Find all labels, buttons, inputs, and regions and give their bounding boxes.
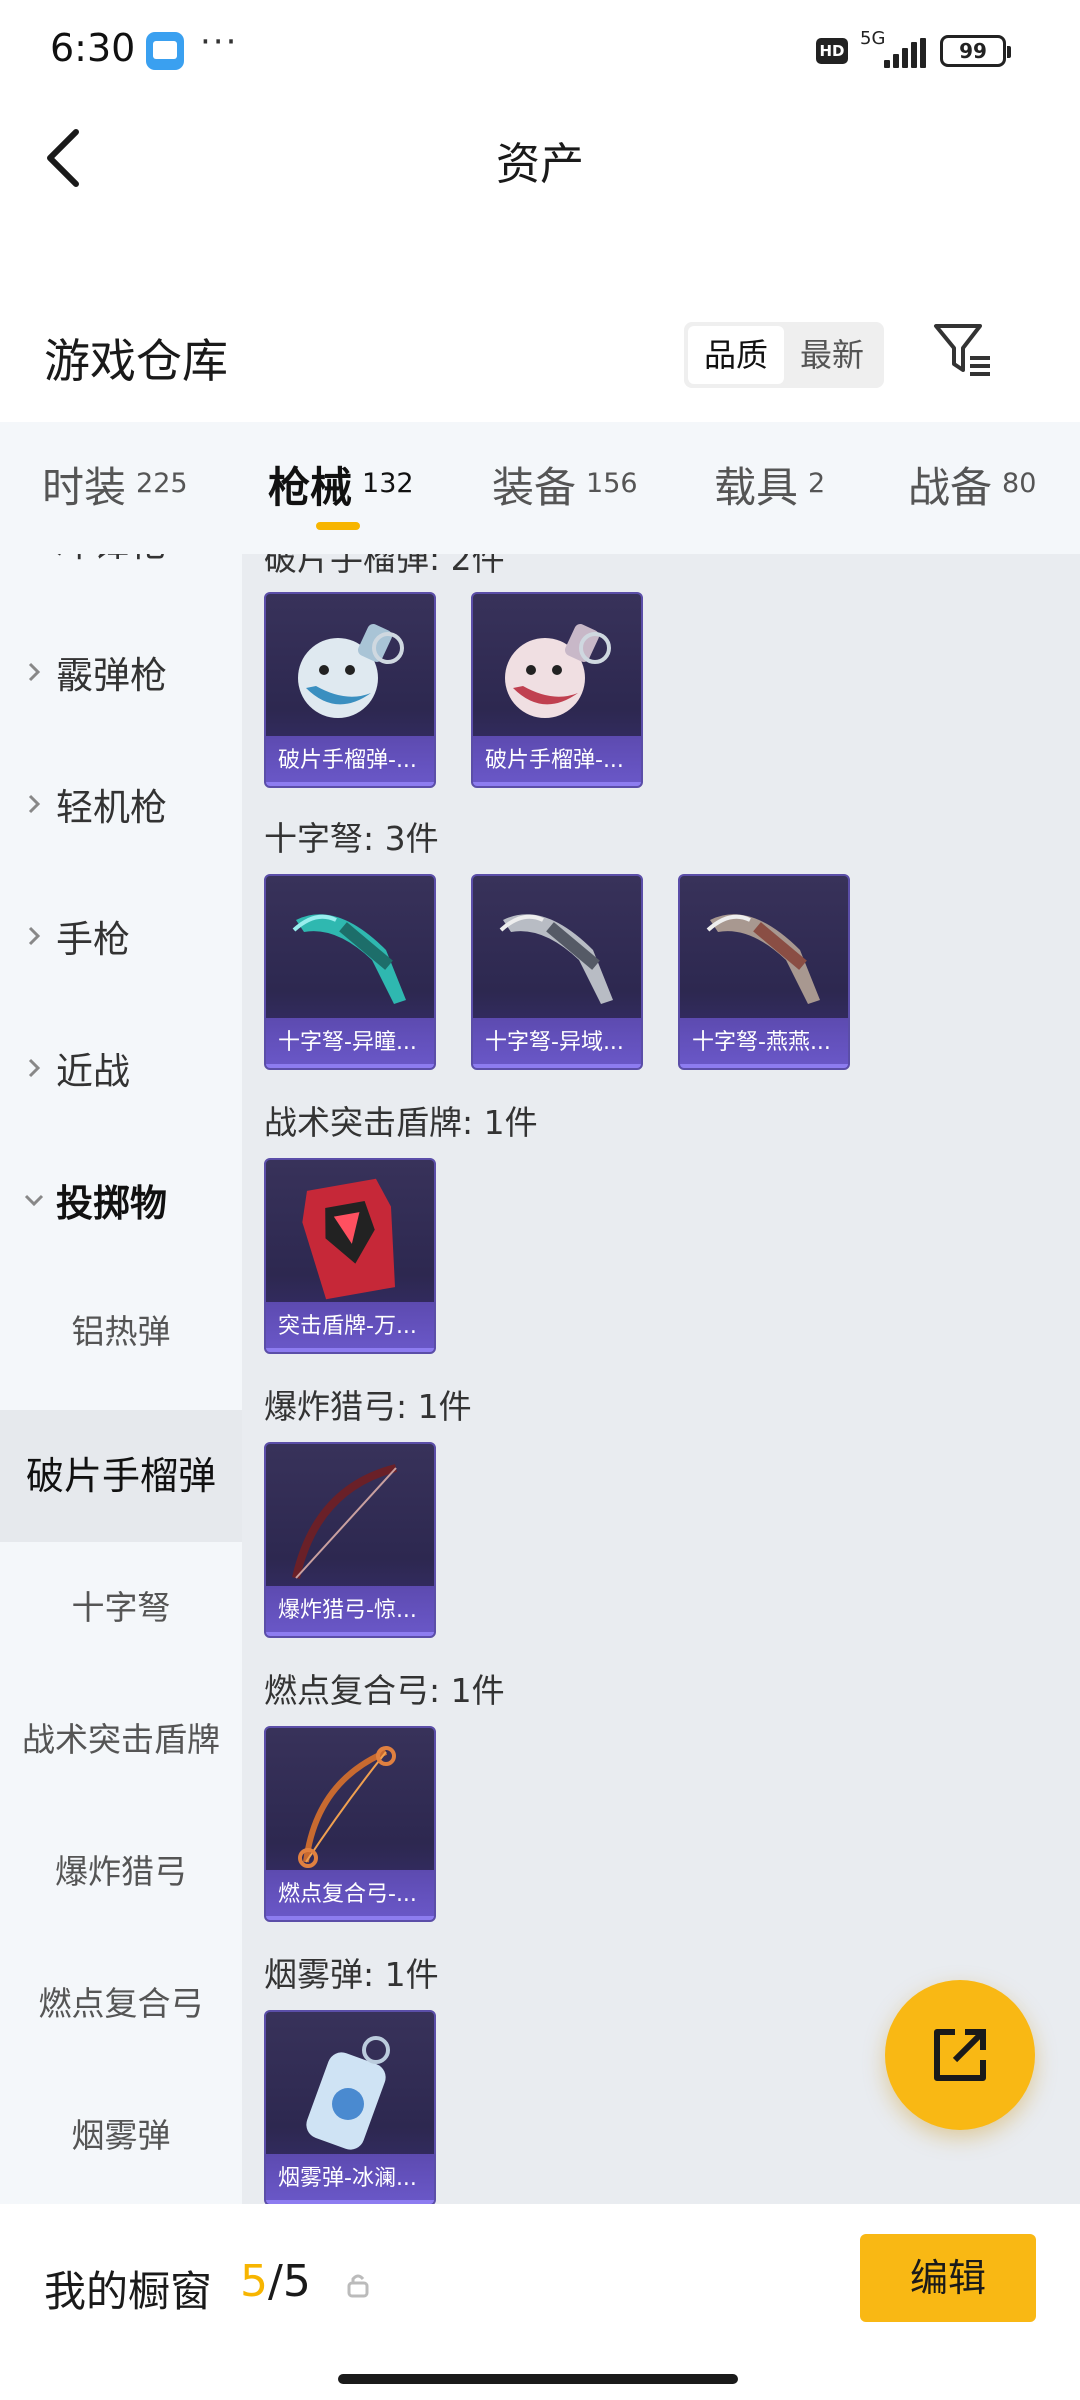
active-tab-indicator bbox=[316, 522, 360, 530]
section-header: 烟雾弹: 1件 bbox=[264, 1955, 439, 1994]
signal-icon bbox=[884, 38, 928, 68]
sidebar-sub-crossbow[interactable]: 十字弩 bbox=[0, 1542, 242, 1674]
lock-icon bbox=[347, 2274, 369, 2298]
chevron-right-icon bbox=[28, 1058, 41, 1078]
bow-image bbox=[292, 1464, 397, 1579]
edit-button[interactable]: 编辑 bbox=[860, 2234, 1036, 2322]
tab-combat-prep[interactable]: 战备 80 bbox=[908, 454, 1036, 515]
item-card[interactable]: 十字弩-燕燕... bbox=[678, 874, 850, 1070]
showcase-slots: 5/5 bbox=[240, 2256, 311, 2307]
tab-firearms[interactable]: 枪械 132 bbox=[268, 454, 414, 515]
tab-fashion[interactable]: 时装 225 bbox=[42, 454, 188, 515]
sidebar-sub-thermite[interactable]: 铝热弹 bbox=[0, 1266, 242, 1398]
chevron-down-icon bbox=[24, 1194, 44, 1207]
item-card[interactable]: 破片手榴弹-... bbox=[471, 592, 643, 788]
sidebar-item-shotgun[interactable]: 霰弹枪 bbox=[0, 606, 242, 738]
compound-bow-image bbox=[298, 1746, 396, 1868]
item-name: 爆炸猎弓-惊... bbox=[266, 1586, 434, 1636]
sort-toggle: 品质 最新 bbox=[684, 322, 884, 388]
section-header: 战术突击盾牌: 1件 bbox=[264, 1103, 538, 1142]
network-type: 5G bbox=[860, 28, 886, 49]
sidebar-sub-explosive-bow[interactable]: 爆炸猎弓 bbox=[0, 1806, 242, 1938]
tab-vehicles[interactable]: 载具 2 bbox=[714, 454, 825, 515]
smoke-grenade-image bbox=[306, 2036, 390, 2150]
battery-icon: 99 bbox=[940, 35, 1011, 67]
sidebar-item-pistol[interactable]: 手枪 bbox=[0, 870, 242, 1002]
section-header: 燃点复合弓: 1件 bbox=[264, 1671, 505, 1710]
weapon-category-sidebar: 冲锋枪 霰弹枪 轻机枪 手枪 近战 投掷物 铝热弹 破片手榴弹 十字弩 战术突击… bbox=[0, 554, 242, 2204]
page-title: 资产 bbox=[496, 139, 584, 190]
item-name: 破片手榴弹-... bbox=[266, 736, 434, 786]
sort-quality-button[interactable]: 品质 bbox=[688, 326, 784, 384]
status-time: 6:30 bbox=[50, 26, 136, 70]
item-grid: 破片手榴弹: 2件 破片手榴弹-... 破片手榴弹-... 十字弩: 3件 十字… bbox=[242, 554, 1080, 2204]
home-indicator[interactable] bbox=[338, 2374, 738, 2384]
item-card[interactable]: 燃点复合弓-... bbox=[264, 1726, 436, 1922]
chevron-right-icon bbox=[28, 926, 41, 946]
item-name: 突击盾牌-万... bbox=[266, 1302, 434, 1352]
filter-icon bbox=[934, 324, 990, 376]
sidebar-item-smg[interactable]: 冲锋枪 bbox=[0, 554, 242, 606]
sort-newest-button[interactable]: 最新 bbox=[784, 326, 880, 384]
crossbow-image bbox=[292, 914, 406, 1004]
item-card[interactable]: 十字弩-异域... bbox=[471, 874, 643, 1070]
share-button[interactable] bbox=[885, 1980, 1035, 2130]
item-card[interactable]: 十字弩-异瞳... bbox=[264, 874, 436, 1070]
filter-button[interactable] bbox=[930, 318, 994, 382]
notification-app-icon bbox=[146, 32, 184, 70]
chevron-right-icon bbox=[28, 662, 41, 682]
section-header: 爆炸猎弓: 1件 bbox=[264, 1387, 472, 1426]
category-tabs: 时装 225 枪械 132 装备 156 载具 2 战备 80 bbox=[0, 422, 1080, 554]
sidebar-sub-smoke-grenade[interactable]: 烟雾弹 bbox=[0, 2070, 242, 2202]
tab-equipment[interactable]: 装备 156 bbox=[492, 454, 638, 515]
item-name: 十字弩-燕燕... bbox=[680, 1018, 848, 1068]
more-notifications-icon: ··· bbox=[200, 22, 239, 62]
frag-grenade-image bbox=[298, 624, 404, 718]
my-showcase-label: 我的橱窗 bbox=[44, 2267, 213, 2316]
sidebar-sub-compound-bow[interactable]: 燃点复合弓 bbox=[0, 1938, 242, 2070]
item-name: 燃点复合弓-... bbox=[266, 1870, 434, 1920]
status-bar: 6:30 ··· HD 5G 99 bbox=[0, 0, 1080, 104]
crossbow-image bbox=[706, 914, 820, 1004]
frag-grenade-image bbox=[505, 624, 611, 718]
chevron-right-icon bbox=[28, 794, 41, 814]
warehouse-title: 游戏仓库 bbox=[44, 334, 228, 388]
item-name: 十字弩-异瞳... bbox=[266, 1018, 434, 1068]
item-card[interactable]: 爆炸猎弓-惊... bbox=[264, 1442, 436, 1638]
item-card[interactable]: 突击盾牌-万... bbox=[264, 1158, 436, 1354]
item-card[interactable]: 破片手榴弹-... bbox=[264, 592, 436, 788]
item-card[interactable]: 烟雾弹-冰澜... bbox=[264, 2010, 436, 2204]
sidebar-item-melee[interactable]: 近战 bbox=[0, 1002, 242, 1134]
sidebar-sub-frag-grenade[interactable]: 破片手榴弹 bbox=[0, 1410, 242, 1542]
crossbow-image bbox=[499, 914, 613, 1004]
item-name: 十字弩-异域... bbox=[473, 1018, 641, 1068]
section-header: 十字弩: 3件 bbox=[264, 819, 439, 858]
hd-icon: HD bbox=[816, 38, 848, 64]
share-icon bbox=[934, 2029, 986, 2081]
sidebar-item-lmg[interactable]: 轻机枪 bbox=[0, 738, 242, 870]
sidebar-item-throwables[interactable]: 投掷物 bbox=[0, 1134, 242, 1266]
item-name: 烟雾弹-冰澜... bbox=[266, 2154, 434, 2204]
sidebar-sub-tactical-shield[interactable]: 战术突击盾牌 bbox=[0, 1674, 242, 1806]
shield-image bbox=[302, 1178, 396, 1300]
showcase-bar: 我的橱窗 5/5 编辑 bbox=[0, 2204, 1080, 2400]
item-name: 破片手榴弹-... bbox=[473, 736, 641, 786]
section-header: 破片手榴弹: 2件 bbox=[264, 554, 505, 578]
